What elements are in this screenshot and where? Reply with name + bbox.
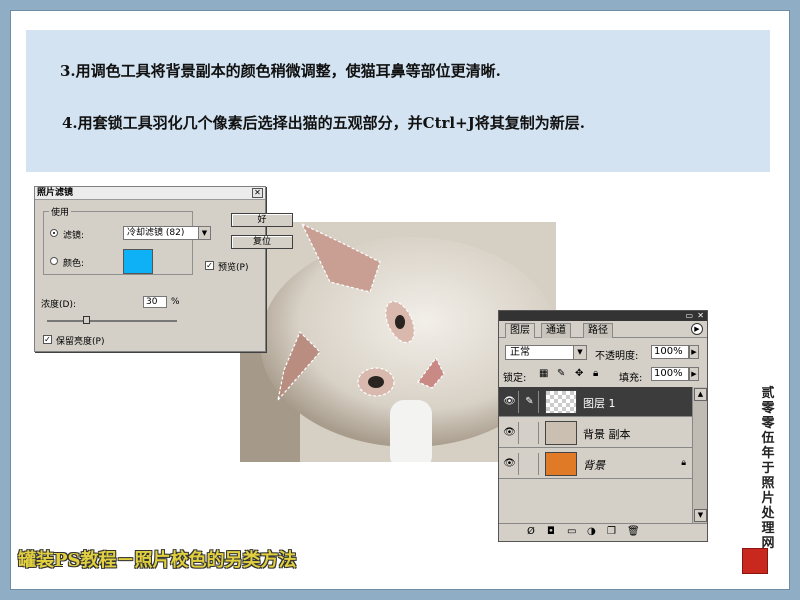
- mask-icon[interactable]: ◘: [547, 526, 555, 537]
- chevron-down-icon[interactable]: ▼: [573, 346, 586, 359]
- lock-move-icon[interactable]: ✥: [575, 368, 583, 379]
- layer-row-background[interactable]: 👁︎ 背景 🔒︎: [499, 449, 692, 479]
- density-input[interactable]: 30: [143, 296, 167, 308]
- layers-scrollbar[interactable]: ▲ ▼: [692, 387, 707, 523]
- fill-arrow-icon[interactable]: ▶: [689, 367, 699, 381]
- blend-mode-select[interactable]: 正常 ▼: [505, 345, 587, 360]
- photo-filter-dialog: 照片滤镜 ✕ 使用 滤镜: 冷却滤镜 (82) ▼ 颜色: 好 复位 ✓ 预览(…: [34, 186, 293, 352]
- eye-icon[interactable]: 👁︎: [501, 391, 519, 413]
- instruction-step-4: 4.用套锁工具羽化几个像素后选择出猫的五观部分，并Ctrl+J将其复制为新层.: [62, 114, 586, 132]
- color-radio[interactable]: [50, 257, 58, 265]
- link-cell[interactable]: [521, 453, 539, 475]
- opacity-label: 不透明度:: [595, 351, 639, 362]
- layer-name[interactable]: 图层 1: [583, 395, 616, 411]
- group-icon[interactable]: ▭: [567, 526, 576, 537]
- filter-label: 滤镜:: [63, 231, 85, 241]
- layer-style-icon[interactable]: Ø: [527, 526, 535, 537]
- density-slider-thumb[interactable]: [83, 316, 90, 324]
- minimize-icon[interactable]: ▭: [685, 311, 693, 320]
- eye-icon[interactable]: 👁︎: [501, 422, 519, 444]
- density-slider[interactable]: [47, 320, 177, 322]
- layer-name[interactable]: 背景 副本: [583, 426, 631, 442]
- opacity-arrow-icon[interactable]: ▶: [689, 345, 699, 359]
- close-icon[interactable]: ✕: [697, 311, 704, 320]
- layer-thumbnail: [545, 421, 577, 445]
- fill-label: 填充:: [619, 373, 643, 384]
- panel-title-bar[interactable]: ▭ ✕: [499, 311, 707, 321]
- vertical-signature: 贰零零伍年于照片处理网: [761, 386, 775, 551]
- opacity-input[interactable]: 100%: [651, 345, 689, 359]
- blend-mode-value: 正常: [510, 347, 530, 358]
- density-unit: %: [171, 297, 180, 307]
- panel-menu-icon[interactable]: ▶: [691, 323, 703, 335]
- layer-thumbnail: [545, 452, 577, 476]
- preview-label: 预览(P): [218, 263, 249, 273]
- lock-label: 锁定:: [503, 373, 527, 384]
- link-cell[interactable]: [521, 422, 539, 444]
- layer-row-background-copy[interactable]: 👁︎ 背景 副本: [499, 418, 692, 448]
- layer-name[interactable]: 背景: [583, 457, 605, 473]
- lock-transparency-icon[interactable]: ▦: [539, 368, 548, 379]
- panel-tabs: 图层 通道 路径 ▶: [499, 321, 707, 338]
- lock-icon: 🔒︎: [681, 458, 686, 468]
- layers-toolbar: Ø ◘ ▭ ◑ ❐ 🗑︎: [499, 523, 707, 541]
- preserve-luminosity-checkbox[interactable]: ✓: [43, 335, 52, 344]
- layer-row-layer1[interactable]: 👁︎ ✎ 图层 1: [499, 387, 692, 417]
- layers-panel: ▭ ✕ 图层 通道 路径 ▶ 正常 ▼ 不透明度: 100% ▶ 锁定: ▦ ✎…: [498, 310, 708, 542]
- ok-button[interactable]: 好: [231, 213, 293, 227]
- tab-paths[interactable]: 路径: [583, 323, 613, 338]
- scroll-up-icon[interactable]: ▲: [694, 388, 707, 401]
- preserve-luminosity-label: 保留亮度(P): [56, 337, 105, 347]
- dialog-close-icon[interactable]: ✕: [252, 188, 263, 198]
- fill-input[interactable]: 100%: [651, 367, 689, 381]
- lock-all-icon[interactable]: 🔒︎: [593, 368, 598, 379]
- brush-icon[interactable]: ✎: [521, 391, 539, 413]
- tab-layers[interactable]: 图层: [505, 323, 535, 338]
- color-label: 颜色:: [63, 259, 85, 269]
- eye-icon[interactable]: 👁︎: [501, 453, 519, 475]
- tutorial-title: 罐装PS教程－照片校色的另类方法: [18, 550, 297, 571]
- adjustment-layer-icon[interactable]: ◑: [587, 526, 596, 537]
- new-layer-icon[interactable]: ❐: [607, 526, 616, 537]
- filter-select-value: 冷却滤镜 (82): [127, 228, 185, 238]
- reset-button[interactable]: 复位: [231, 235, 293, 249]
- color-swatch[interactable]: [123, 249, 153, 274]
- density-label: 浓度(D):: [41, 300, 76, 310]
- delete-layer-icon[interactable]: 🗑︎: [627, 526, 640, 537]
- tab-channels[interactable]: 通道: [541, 323, 571, 338]
- lock-paint-icon[interactable]: ✎: [557, 368, 565, 379]
- chevron-down-icon[interactable]: ▼: [198, 227, 210, 239]
- preview-checkbox[interactable]: ✓: [205, 261, 214, 270]
- instruction-panel: [26, 30, 770, 172]
- filter-select[interactable]: 冷却滤镜 (82) ▼: [123, 226, 211, 240]
- layer-thumbnail: [545, 390, 577, 414]
- dialog-title: 照片滤镜: [35, 187, 265, 200]
- scroll-down-icon[interactable]: ▼: [694, 509, 707, 522]
- filter-radio[interactable]: [50, 229, 58, 237]
- instruction-step-3: 3.用调色工具将背景副本的颜色稍微调整，使猫耳鼻等部位更清晰.: [60, 62, 501, 80]
- red-seal: [742, 548, 768, 574]
- use-group-label: 使用: [49, 205, 72, 218]
